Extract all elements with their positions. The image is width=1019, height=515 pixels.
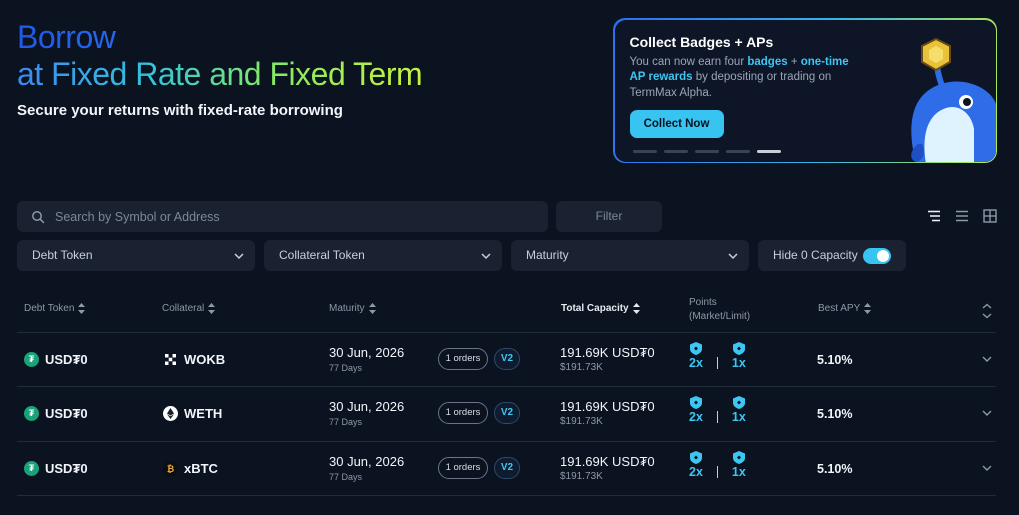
table-row[interactable]: USD₮0 WOKB 30 Jun, 2026 77 Days 1 orders…: [17, 332, 996, 386]
orders-badge[interactable]: 1 orders: [438, 457, 488, 479]
collateral-cell: ₿ xBTC: [163, 461, 218, 476]
expand-row-chevron-icon[interactable]: [981, 353, 993, 365]
points-cell: 2x 1x: [689, 451, 746, 479]
page-subtitle: Secure your returns with fixed-rate borr…: [17, 102, 343, 119]
points-shield-icon: [732, 396, 745, 409]
points-shield-icon: [689, 342, 702, 355]
debt-token-cell: USD₮0: [24, 461, 88, 476]
maturity-cell: 30 Jun, 2026 77 Days: [329, 345, 405, 373]
page-title: Borrow at Fixed Rate and Fixed Term: [17, 19, 423, 93]
collateral-token-dropdown[interactable]: Collateral Token: [264, 240, 502, 271]
carousel-dot[interactable]: [663, 149, 688, 153]
version-badge: V2: [494, 402, 520, 424]
collateral-cell: WOKB: [163, 352, 225, 367]
debt-token-cell: USD₮0: [24, 352, 88, 367]
capacity-cell: 191.69K USD₮0 $191.73K: [560, 454, 655, 482]
collateral-token-dropdown-label: Collateral Token: [279, 248, 365, 262]
maturity-cell: 30 Jun, 2026 77 Days: [329, 454, 405, 482]
maturity-cell: 30 Jun, 2026 77 Days: [329, 399, 405, 427]
mascot-illustration: [910, 37, 996, 162]
collect-now-button[interactable]: Collect Now: [629, 109, 724, 138]
hide-zero-capacity-toggle[interactable]: [863, 248, 891, 264]
sort-icon: [208, 303, 216, 314]
hide-zero-capacity-filter: Hide 0 Capacity: [758, 240, 906, 271]
points-shield-icon: [732, 451, 745, 464]
points-shield-icon: [689, 396, 702, 409]
page-title-line2: at Fixed Rate and Fixed Term: [17, 56, 423, 92]
table-bottom-divider: [17, 495, 996, 496]
carousel-dots: [632, 149, 781, 153]
version-badge: V2: [494, 348, 520, 370]
points-shield-icon: [732, 342, 745, 355]
sort-icon: [632, 303, 640, 314]
search-icon: [32, 211, 45, 224]
collateral-cell: WETH: [163, 406, 222, 421]
points-cell: 2x 1x: [689, 342, 746, 370]
column-header-debt-token[interactable]: Debt Token: [24, 303, 86, 314]
carousel-dot[interactable]: [694, 149, 719, 153]
column-header-collateral[interactable]: Collateral: [162, 303, 216, 314]
promo-banner: Collect Badges + APs You can now earn fo…: [613, 18, 997, 163]
promo-title: Collect Badges + APs: [629, 33, 774, 50]
svg-text:₿: ₿: [167, 464, 174, 475]
weth-token-icon: [163, 406, 178, 421]
column-header-best-apy[interactable]: Best APY: [818, 303, 872, 314]
usdt0-token-icon: [24, 461, 39, 476]
debt-token-cell: USD₮0: [24, 406, 88, 421]
table-row[interactable]: USD₮0 ₿ xBTC 30 Jun, 2026 77 Days 1 orde…: [17, 441, 996, 495]
chevron-down-icon: [234, 253, 244, 260]
capacity-cell: 191.69K USD₮0 $191.73K: [560, 399, 655, 427]
column-header-maturity[interactable]: Maturity: [329, 303, 376, 314]
xbtc-token-icon: ₿: [163, 461, 178, 476]
column-header-total-capacity[interactable]: Total Capacity: [561, 303, 640, 314]
usdt0-token-icon: [24, 352, 39, 367]
carousel-dot[interactable]: [725, 149, 750, 153]
best-apy-cell: 5.10%: [817, 353, 853, 367]
chevron-down-icon: [481, 253, 491, 260]
best-apy-cell: 5.10%: [817, 407, 853, 421]
list-view-icon[interactable]: [954, 208, 970, 224]
expand-row-chevron-icon[interactable]: [981, 407, 993, 419]
best-apy-cell: 5.10%: [817, 462, 853, 476]
version-badge: V2: [494, 457, 520, 479]
sort-icon: [368, 303, 376, 314]
debt-token-dropdown[interactable]: Debt Token: [17, 240, 255, 271]
sort-icon: [78, 303, 86, 314]
promo-text: You can now earn four badges + one-time …: [629, 55, 849, 99]
wokb-token-icon: [163, 352, 178, 367]
page-title-line1: Borrow: [17, 19, 422, 56]
view-toggle: [926, 208, 998, 224]
debt-token-dropdown-label: Debt Token: [32, 248, 93, 262]
carousel-dot-active[interactable]: [756, 149, 781, 153]
carousel-dot[interactable]: [632, 149, 657, 153]
expand-row-chevron-icon[interactable]: [981, 462, 993, 474]
maturity-dropdown-label: Maturity: [526, 248, 569, 262]
sort-icon: [864, 303, 872, 314]
points-cell: 2x 1x: [689, 396, 746, 424]
chevron-down-icon: [728, 253, 738, 260]
usdt0-token-icon: [24, 406, 39, 421]
capacity-cell: 191.69K USD₮0 $191.73K: [560, 345, 655, 373]
filter-button[interactable]: Filter: [556, 201, 662, 232]
maturity-dropdown[interactable]: Maturity: [511, 240, 749, 271]
points-shield-icon: [689, 451, 702, 464]
compact-list-view-icon[interactable]: [926, 208, 942, 224]
search-box[interactable]: [17, 201, 548, 232]
column-header-points: Points (Market/Limit): [689, 297, 751, 322]
orders-badge[interactable]: 1 orders: [438, 348, 488, 370]
orders-badge[interactable]: 1 orders: [438, 402, 488, 424]
table-row[interactable]: USD₮0 WETH 30 Jun, 2026 77 Days 1 orders…: [17, 386, 996, 440]
chevron-up-down-icon: [982, 303, 992, 319]
expand-all-button[interactable]: [981, 303, 993, 319]
search-input[interactable]: [55, 201, 535, 232]
hide-zero-capacity-label: Hide 0 Capacity: [773, 248, 858, 262]
grid-view-icon[interactable]: [982, 208, 998, 224]
